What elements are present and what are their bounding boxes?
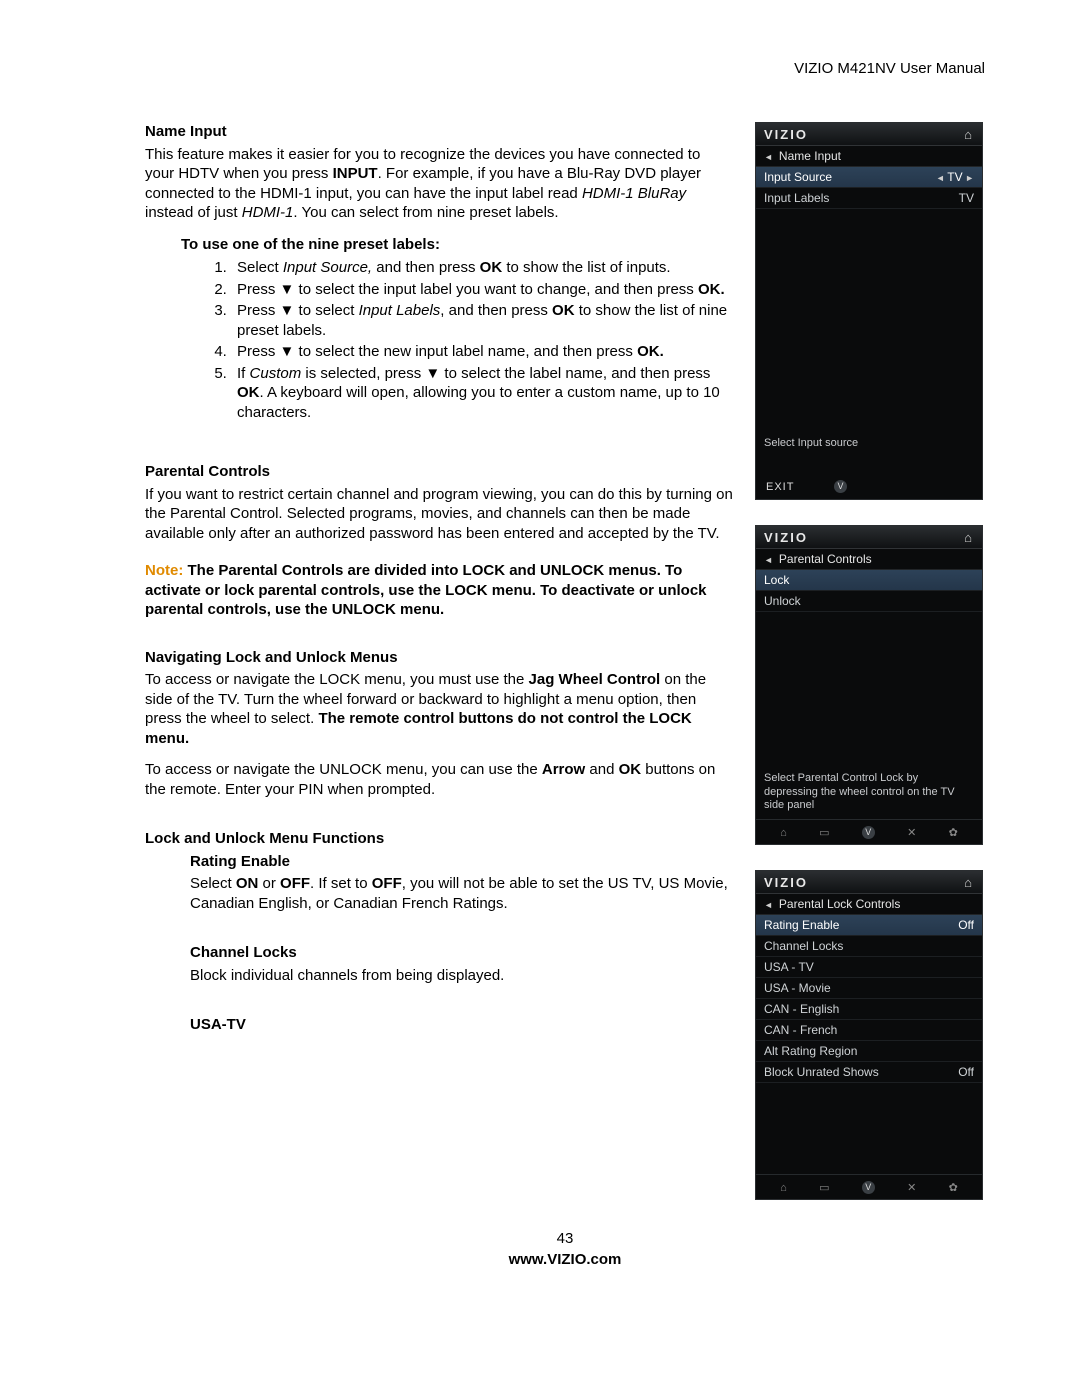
section-lockfn-title: Lock and Unlock Menu Functions bbox=[145, 829, 733, 849]
panel2-row-lock: Lock bbox=[756, 570, 982, 591]
panel2-hint: Select Parental Control Lock by depressi… bbox=[756, 766, 982, 819]
step-5: If Custom is selected, press ▼ to select… bbox=[231, 364, 733, 423]
panel1-crumb: Name Input bbox=[756, 146, 982, 167]
nav-para-2: To access or navigate the UNLOCK menu, y… bbox=[145, 760, 733, 799]
panel1-row-input-source: Input Source◄ TV ► bbox=[756, 167, 982, 188]
section-nav-title: Navigating Lock and Unlock Menus bbox=[145, 648, 733, 668]
panel3-row-channel-locks: Channel Locks bbox=[756, 936, 982, 957]
rating-enable-body: Select ON or OFF. If set to OFF, you wil… bbox=[190, 874, 733, 913]
panel1-brand: VIZIO bbox=[756, 123, 982, 146]
tv-panel-name-input: VIZIO Name Input Input Source◄ TV ► Inpu… bbox=[755, 122, 983, 500]
gear-icon: ✿ bbox=[949, 826, 958, 839]
close-icon: ✕ bbox=[907, 1181, 916, 1194]
home-icon bbox=[964, 530, 974, 545]
back-icon bbox=[764, 897, 773, 911]
v-icon: V bbox=[834, 480, 847, 493]
rect-icon: ▭ bbox=[819, 826, 829, 839]
close-icon: ✕ bbox=[907, 826, 916, 839]
home-icon: ⌂ bbox=[780, 1182, 787, 1194]
panel3-brand: VIZIO bbox=[756, 871, 982, 894]
step-1: Select Input Source, and then press OK t… bbox=[231, 258, 733, 278]
tv-panel-parental-controls: VIZIO Parental Controls Lock Unlock Sele… bbox=[755, 525, 983, 845]
step-2: Press ▼ to select the input label you wa… bbox=[231, 280, 733, 300]
panel1-hint: Select Input source bbox=[756, 431, 982, 457]
preset-labels-heading: To use one of the nine preset labels: bbox=[181, 235, 733, 255]
usa-tv-title: USA-TV bbox=[190, 1015, 733, 1035]
panel3-row-alt-rating: Alt Rating Region bbox=[756, 1041, 982, 1062]
rect-icon: ▭ bbox=[819, 1181, 829, 1194]
panel2-bottombar: ⌂ ▭ V ✕ ✿ bbox=[756, 819, 982, 844]
step-3: Press ▼ to select Input Labels, and then… bbox=[231, 301, 733, 340]
panel2-brand: VIZIO bbox=[756, 526, 982, 549]
step-4: Press ▼ to select the new input label na… bbox=[231, 342, 733, 362]
back-icon bbox=[764, 552, 773, 566]
v-icon: V bbox=[862, 826, 875, 839]
panel3-row-can-english: CAN - English bbox=[756, 999, 982, 1020]
channel-locks-body: Block individual channels from being dis… bbox=[190, 966, 733, 986]
panel3-crumb: Parental Lock Controls bbox=[756, 894, 982, 915]
section-parental-title: Parental Controls bbox=[145, 462, 733, 482]
footer-url: www.VIZIO.com bbox=[145, 1251, 985, 1268]
channel-locks-title: Channel Locks bbox=[190, 943, 733, 963]
panel3-row-usa-tv: USA - TV bbox=[756, 957, 982, 978]
parental-note: Note: The Parental Controls are divided … bbox=[145, 561, 733, 620]
panel3-bottombar: ⌂ ▭ V ✕ ✿ bbox=[756, 1174, 982, 1199]
gear-icon: ✿ bbox=[949, 1181, 958, 1194]
panel1-row-input-labels: Input LabelsTV bbox=[756, 188, 982, 209]
panel2-crumb: Parental Controls bbox=[756, 549, 982, 570]
home-icon bbox=[964, 875, 974, 890]
note-label: Note: bbox=[145, 562, 188, 579]
section-name-input-title: Name Input bbox=[145, 122, 733, 142]
panel2-row-unlock: Unlock bbox=[756, 591, 982, 612]
back-icon bbox=[764, 149, 773, 163]
rating-enable-title: Rating Enable bbox=[190, 852, 733, 872]
nav-para-1: To access or navigate the LOCK menu, you… bbox=[145, 670, 733, 748]
panel3-row-usa-movie: USA - Movie bbox=[756, 978, 982, 999]
preset-labels-steps: Select Input Source, and then press OK t… bbox=[145, 258, 733, 422]
panel3-row-rating-enable: Rating EnableOff bbox=[756, 915, 982, 936]
main-text-column: Name Input This feature makes it easier … bbox=[145, 122, 733, 1038]
v-icon: V bbox=[862, 1181, 875, 1194]
side-screenshots-column: VIZIO Name Input Input Source◄ TV ► Inpu… bbox=[755, 122, 985, 1200]
panel3-row-block-unrated: Block Unrated ShowsOff bbox=[756, 1062, 982, 1083]
page-number: 43 bbox=[145, 1230, 985, 1247]
panel1-exitbar: EXITV bbox=[756, 473, 982, 499]
page-footer: 43 www.VIZIO.com bbox=[145, 1230, 985, 1268]
tv-panel-parental-lock-controls: VIZIO Parental Lock Controls Rating Enab… bbox=[755, 870, 983, 1200]
panel3-row-can-french: CAN - French bbox=[756, 1020, 982, 1041]
section-parental-body: If you want to restrict certain channel … bbox=[145, 485, 733, 544]
doc-header: VIZIO M421NV User Manual bbox=[145, 60, 985, 77]
home-icon: ⌂ bbox=[780, 827, 787, 839]
home-icon bbox=[964, 127, 974, 142]
section-name-input-body: This feature makes it easier for you to … bbox=[145, 145, 733, 223]
